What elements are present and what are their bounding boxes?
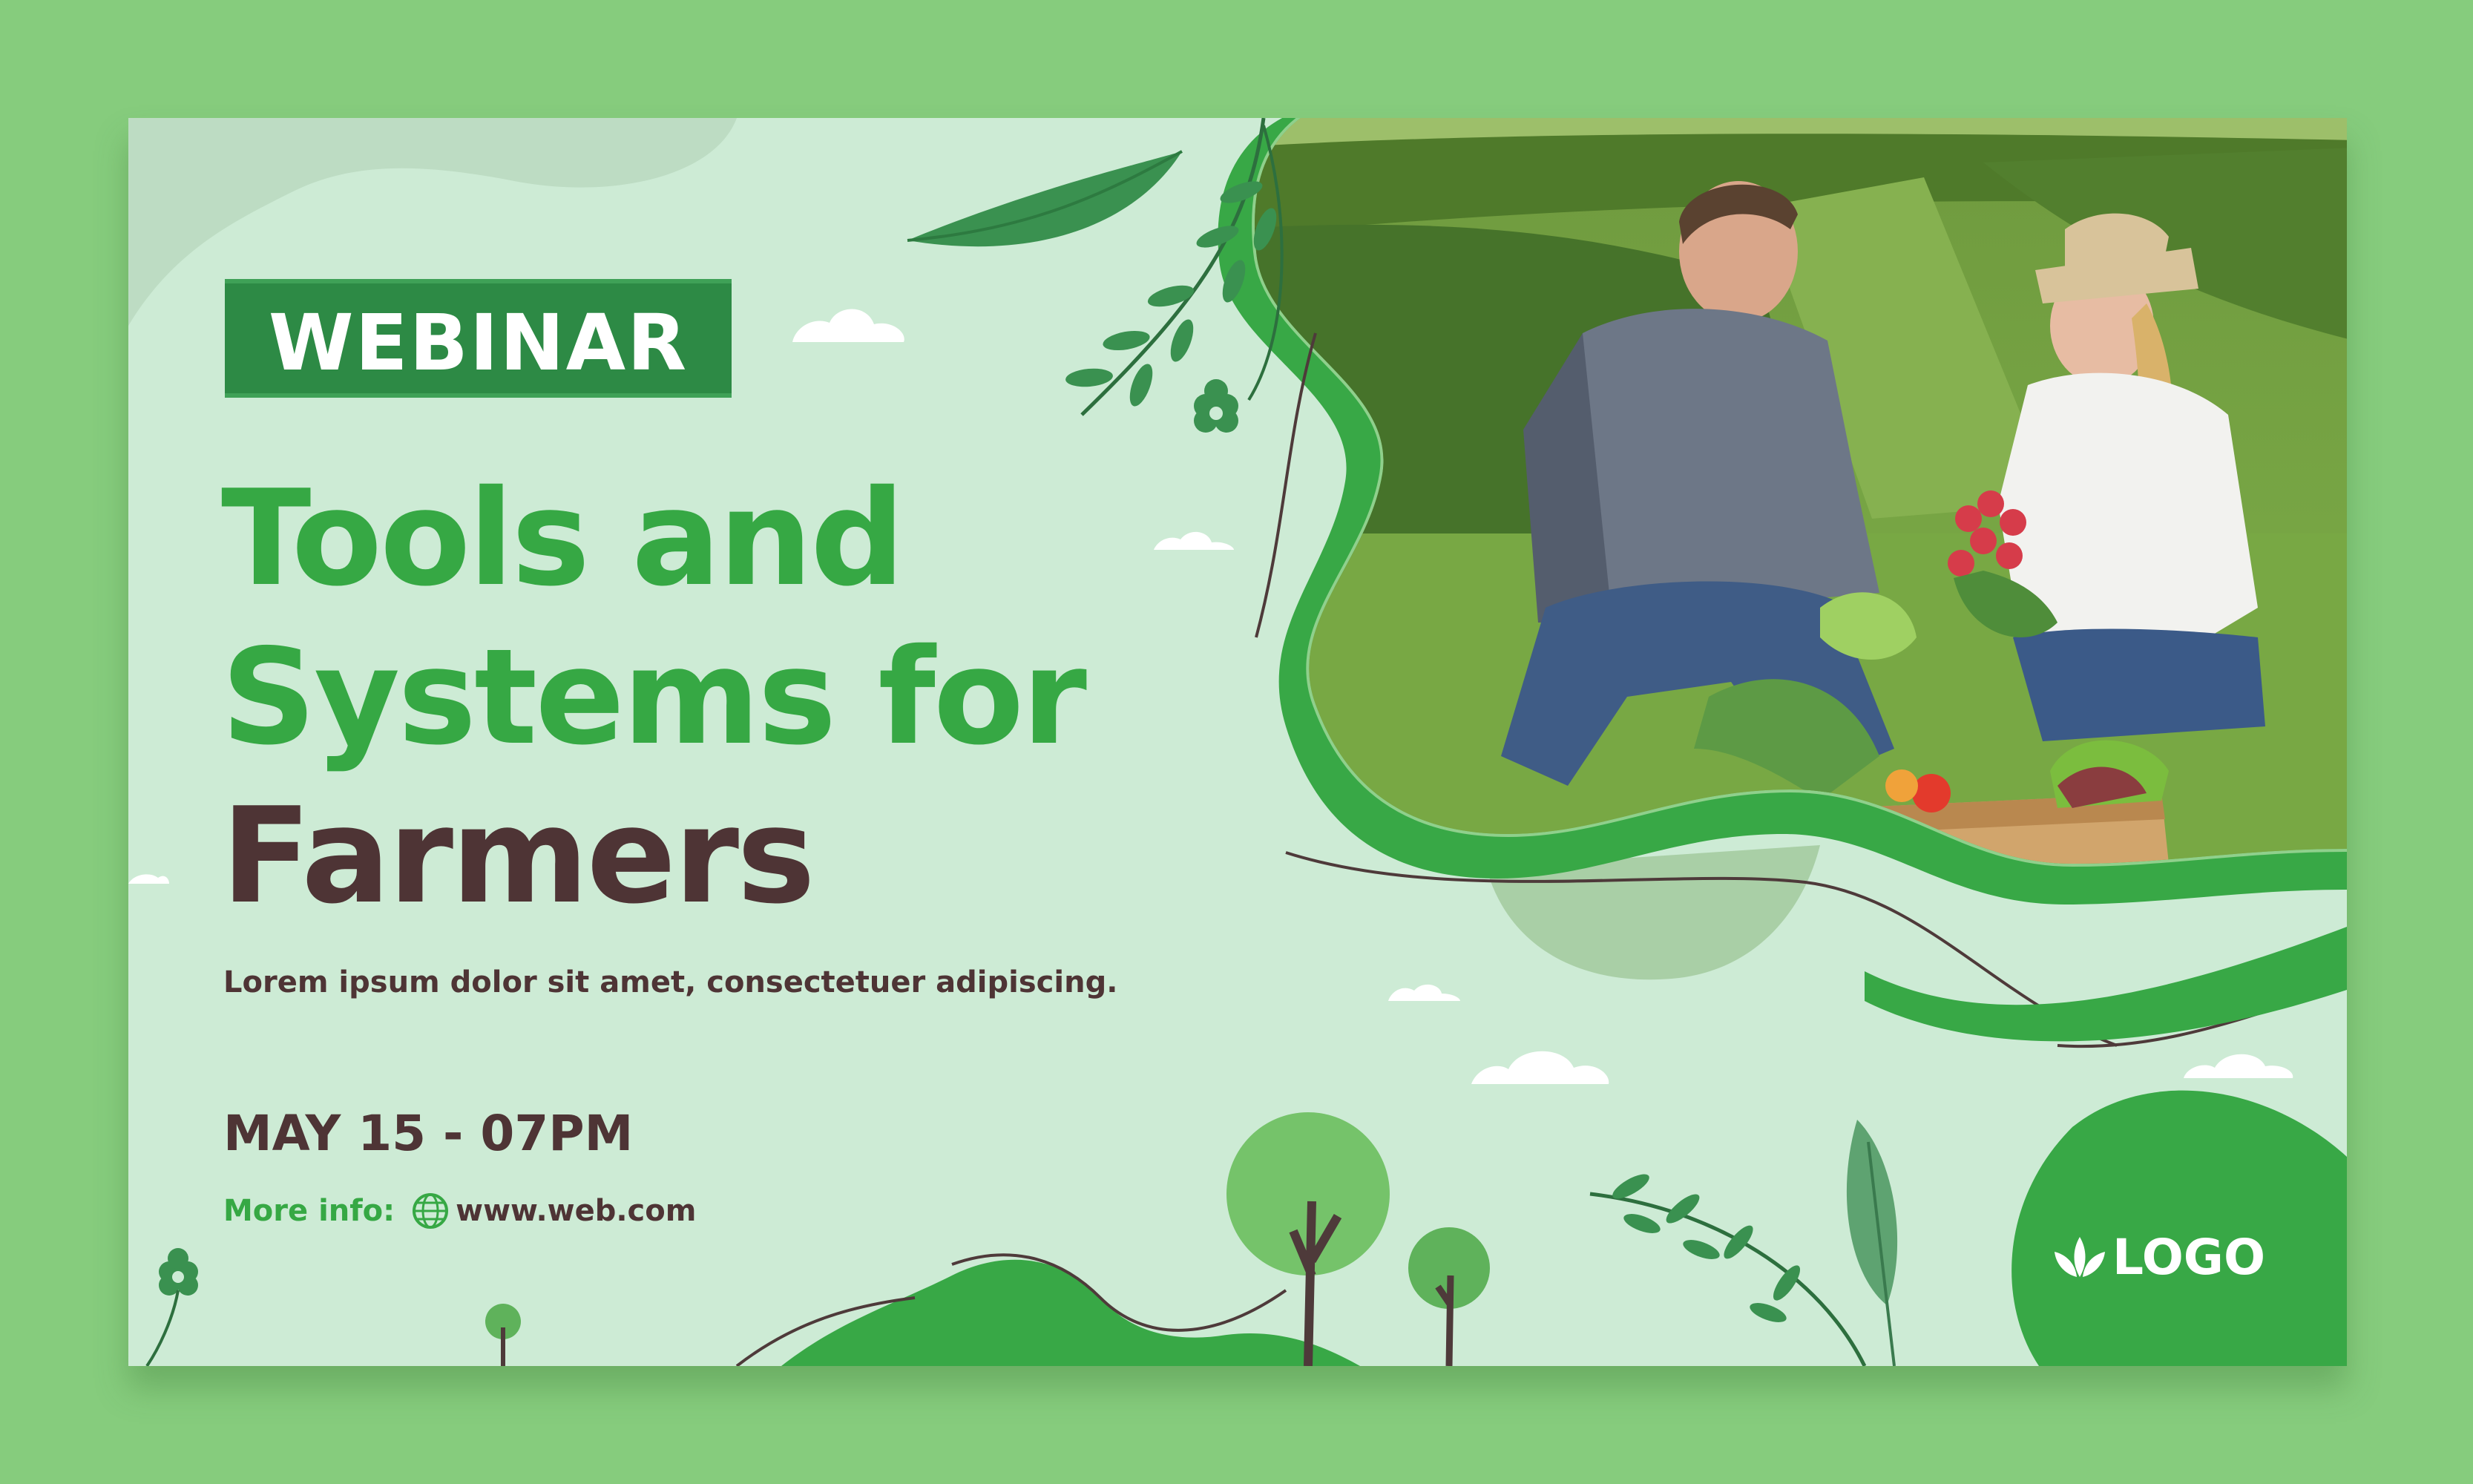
webinar-banner: WEBINAR Tools and Systems for Farmers Lo…	[128, 118, 2347, 1366]
more-info-label: More info:	[223, 1194, 395, 1228]
webinar-badge: WEBINAR	[225, 279, 732, 398]
flower-icon	[1194, 379, 1238, 433]
title-line-3: Farmers	[221, 779, 815, 933]
subtitle: Lorem ipsum dolor sit amet, consectetuer…	[223, 965, 1118, 999]
title-line-1: Tools and	[221, 462, 905, 615]
globe-icon	[413, 1193, 449, 1229]
leaf-branch-bottom	[1589, 1120, 1898, 1366]
page-title: Tools and Systems for Farmers	[221, 459, 1087, 936]
website-link[interactable]: www.web.com	[456, 1194, 696, 1228]
more-info: More info: www.web.com	[223, 1189, 696, 1233]
leaf-top	[907, 151, 1182, 247]
event-date: MAY 15 - 07PM	[223, 1105, 634, 1162]
logo-text: LOGO	[2112, 1228, 2266, 1286]
leaf-logo-icon	[2055, 1237, 2105, 1277]
flower-icon	[145, 1248, 198, 1366]
title-line-2: Systems for	[221, 620, 1087, 774]
brand-logo: LOGO	[2050, 1227, 2265, 1287]
